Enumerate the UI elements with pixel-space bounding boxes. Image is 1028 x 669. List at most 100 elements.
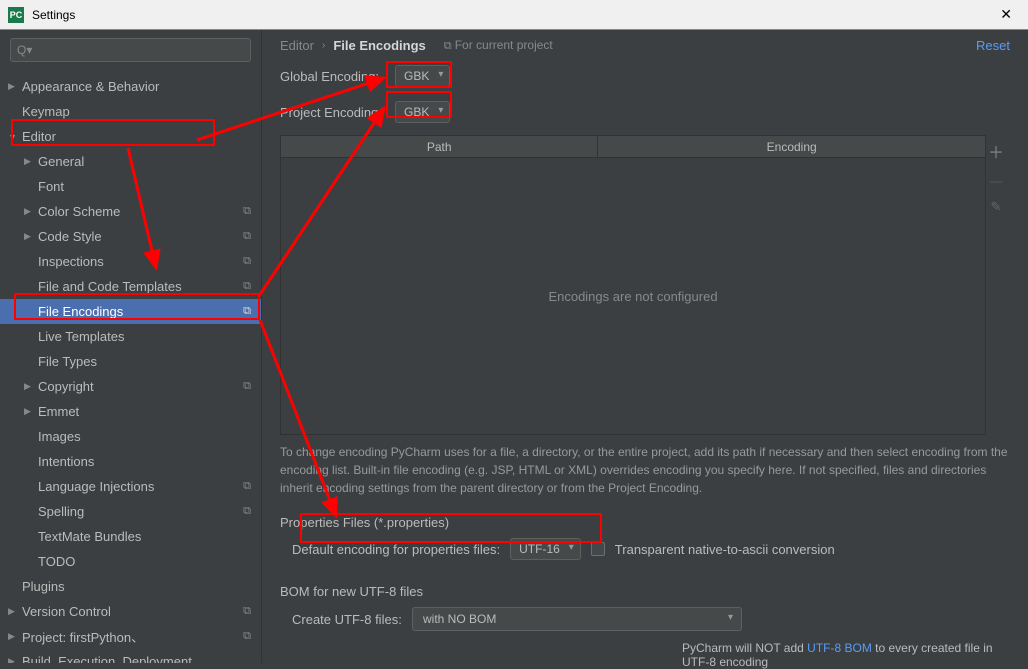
properties-section-title: Properties Files (*.properties) xyxy=(262,505,1028,534)
add-button[interactable]: ＋ xyxy=(988,139,1004,163)
project-scope-label: For current project xyxy=(444,38,553,53)
sidebar-item-code-style[interactable]: ▶ Code Style ⧉ xyxy=(0,224,261,249)
sidebar-item-language-injections[interactable]: Language Injections ⧉ xyxy=(0,474,261,499)
sidebar-item-label: Intentions xyxy=(38,454,94,469)
sidebar-item-label: Language Injections xyxy=(38,479,154,494)
project-scope-icon: ⧉ xyxy=(243,255,251,268)
expand-arrow-icon: ▶ xyxy=(8,656,15,663)
transparent-label: Transparent native-to-ascii conversion xyxy=(615,542,835,557)
bom-note: PyCharm will NOT add UTF-8 BOM to every … xyxy=(262,635,1028,669)
sidebar-item-label: Code Style xyxy=(38,229,102,244)
sidebar-item-file-types[interactable]: File Types xyxy=(0,349,261,374)
default-prop-encoding-dropdown[interactable]: UTF-16 xyxy=(510,538,581,560)
sidebar-item-label: File Types xyxy=(38,354,97,369)
project-scope-icon: ⧉ xyxy=(243,605,251,618)
sidebar-item-label: Font xyxy=(38,179,64,194)
window-title: Settings xyxy=(32,8,992,22)
sidebar-item-copyright[interactable]: ▶Copyright⧉ xyxy=(0,374,261,399)
sidebar-item-keymap[interactable]: Keymap xyxy=(0,99,261,124)
sidebar-item-label: Images xyxy=(38,429,81,444)
reset-link[interactable]: Reset xyxy=(976,38,1010,53)
expand-arrow-icon: ▶ xyxy=(24,231,31,242)
sidebar-item-label: Appearance & Behavior xyxy=(22,79,159,94)
sidebar-item-label: Editor xyxy=(22,129,56,144)
project-scope-icon: ⧉ xyxy=(243,505,251,518)
global-encoding-label: Global Encoding: xyxy=(280,69,395,84)
sidebar-item-label: Inspections xyxy=(38,254,104,269)
expand-arrow-icon: ▶ xyxy=(24,406,31,417)
sidebar-item-build-execution-deployment[interactable]: ▶ Build, Execution, Deployment xyxy=(0,649,261,663)
breadcrumb-root: Editor xyxy=(280,38,314,53)
sidebar-item-label: Spelling xyxy=(38,504,84,519)
utf8-bom-link[interactable]: UTF-8 BOM xyxy=(807,641,872,655)
content-panel: Editor › File Encodings For current proj… xyxy=(262,30,1028,663)
sidebar-item-images[interactable]: Images xyxy=(0,424,261,449)
global-encoding-dropdown[interactable]: GBK xyxy=(395,65,450,87)
help-text: To change encoding PyCharm uses for a fi… xyxy=(262,435,1028,505)
sidebar-item-inspections[interactable]: Inspections ⧉ xyxy=(0,249,261,274)
sidebar-item-plugins[interactable]: Plugins xyxy=(0,574,261,599)
sidebar-item-appearance-behavior[interactable]: ▶Appearance & Behavior xyxy=(0,74,261,99)
expand-arrow-icon: ▼ xyxy=(8,132,17,142)
sidebar-item-label: Plugins xyxy=(22,579,65,594)
transparent-checkbox[interactable] xyxy=(591,542,605,556)
sidebar-item-label: TextMate Bundles xyxy=(38,529,141,544)
encodings-table: Path Encoding Encodings are not configur… xyxy=(280,135,986,435)
expand-arrow-icon: ▶ xyxy=(8,606,15,617)
close-button[interactable]: ✕ xyxy=(992,6,1020,23)
edit-button[interactable]: ✎ xyxy=(991,199,1002,215)
create-utf8-dropdown[interactable]: with NO BOM xyxy=(412,607,742,631)
remove-button[interactable]: － xyxy=(988,169,1004,193)
sidebar-item-intentions[interactable]: Intentions xyxy=(0,449,261,474)
app-icon: PC xyxy=(8,7,24,23)
sidebar-item-project-firstpython-[interactable]: ▶ Project: firstPython、 ⧉ xyxy=(0,624,261,649)
sidebar-item-live-templates[interactable]: Live Templates xyxy=(0,324,261,349)
breadcrumb-sep: › xyxy=(322,40,325,51)
sidebar-item-emmet[interactable]: ▶ Emmet xyxy=(0,399,261,424)
default-prop-encoding-label: Default encoding for properties files: xyxy=(292,542,500,557)
sidebar-item-label: General xyxy=(38,154,84,169)
expand-arrow-icon: ▶ xyxy=(24,206,31,217)
expand-arrow-icon: ▶ xyxy=(8,631,15,642)
sidebar-item-label: Build, Execution, Deployment xyxy=(22,654,192,663)
sidebar-item-file-encodings[interactable]: File Encodings ⧉ xyxy=(0,299,261,324)
titlebar: PC Settings ✕ xyxy=(0,0,1028,30)
breadcrumb: Editor › File Encodings xyxy=(280,38,426,53)
sidebar-item-spelling[interactable]: Spelling ⧉ xyxy=(0,499,261,524)
sidebar-item-label: File Encodings xyxy=(38,304,123,319)
sidebar-item-label: Color Scheme xyxy=(38,204,120,219)
sidebar-item-color-scheme[interactable]: ▶ Color Scheme ⧉ xyxy=(0,199,261,224)
project-scope-icon: ⧉ xyxy=(243,205,251,218)
sidebar-item-label: Copyright xyxy=(38,379,94,394)
sidebar-item-label: TODO xyxy=(38,554,75,569)
sidebar-item-version-control[interactable]: ▶ Version Control ⧉ xyxy=(0,599,261,624)
project-scope-icon: ⧉ xyxy=(243,305,251,318)
sidebar-item-label: Emmet xyxy=(38,404,79,419)
sidebar-item-label: Keymap xyxy=(22,104,70,119)
expand-arrow-icon: ▶ xyxy=(24,381,31,392)
sidebar-item-file-and-code-templates[interactable]: File and Code Templates⧉ xyxy=(0,274,261,299)
settings-tree: ▶Appearance & BehaviorKeymap▼Editor▶Gene… xyxy=(0,70,261,663)
sidebar-item-todo[interactable]: TODO xyxy=(0,549,261,574)
col-encoding[interactable]: Encoding xyxy=(598,136,985,157)
project-encoding-label: Project Encoding: xyxy=(280,105,395,120)
project-encoding-dropdown[interactable]: GBK xyxy=(395,101,450,123)
project-scope-icon: ⧉ xyxy=(243,630,251,643)
table-empty-text: Encodings are not configured xyxy=(281,158,985,434)
content-header: Editor › File Encodings For current proj… xyxy=(262,30,1028,53)
sidebar-item-editor[interactable]: ▼ Editor xyxy=(0,124,261,149)
sidebar-item-label: Project: firstPython、 xyxy=(22,627,144,646)
sidebar-item-textmate-bundles[interactable]: TextMate Bundles xyxy=(0,524,261,549)
search-input[interactable]: Q▾ xyxy=(10,38,251,62)
expand-arrow-icon: ▶ xyxy=(24,156,31,167)
bom-section-title: BOM for new UTF-8 files xyxy=(262,574,1028,603)
sidebar-item-label: File and Code Templates xyxy=(38,279,182,294)
sidebar-item-font[interactable]: Font xyxy=(0,174,261,199)
col-path[interactable]: Path xyxy=(281,136,598,157)
project-scope-icon: ⧉ xyxy=(243,480,251,493)
project-scope-icon: ⧉ xyxy=(243,230,251,243)
sidebar-item-label: Live Templates xyxy=(38,329,124,344)
sidebar-item-label: Version Control xyxy=(22,604,111,619)
sidebar-item-general[interactable]: ▶ General xyxy=(0,149,261,174)
sidebar: Q▾ ▶Appearance & BehaviorKeymap▼Editor▶G… xyxy=(0,30,262,663)
